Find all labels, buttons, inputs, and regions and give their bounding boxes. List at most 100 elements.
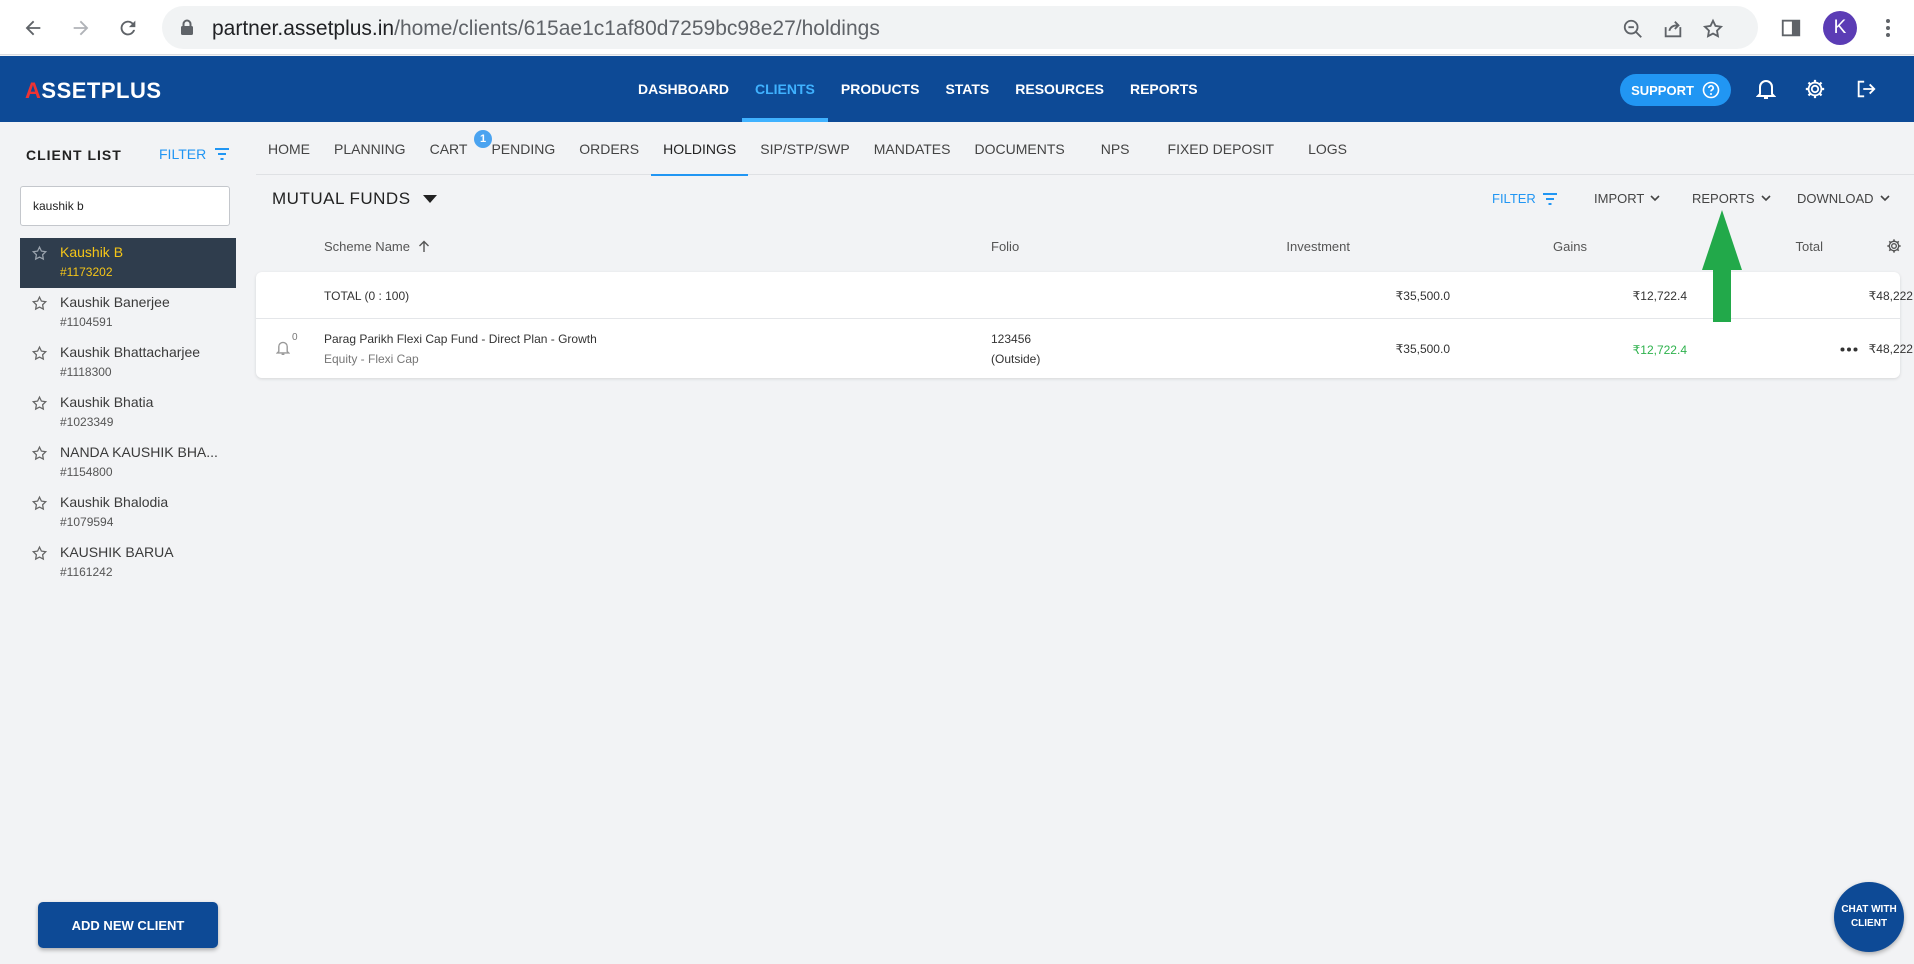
client-item[interactable]: Kaushik Banerjee #1104591 [20, 288, 236, 338]
zoom-icon[interactable] [1622, 18, 1644, 40]
tab-fixed-deposit[interactable]: FIXED DEPOSIT [1154, 122, 1289, 175]
tab-documents[interactable]: DOCUMENTS [962, 122, 1076, 175]
download-dropdown[interactable]: DOWNLOAD [1797, 191, 1890, 206]
support-button[interactable]: SUPPORT [1620, 74, 1731, 106]
chevron-down-icon [1879, 195, 1890, 202]
section-title: MUTUAL FUNDS [272, 189, 411, 208]
client-item[interactable]: NANDA KAUSHIK BHA... #1154800 [20, 438, 236, 488]
reports-dropdown[interactable]: REPORTS [1692, 191, 1771, 206]
tab-cart[interactable]: CART [418, 122, 480, 175]
client-name: Kaushik B [60, 244, 124, 260]
browser-menu-icon[interactable] [1873, 13, 1903, 43]
mutual-funds-dropdown[interactable]: MUTUAL FUNDS [272, 189, 437, 209]
total-value: ₹48,222.4 [1868, 289, 1914, 303]
star-icon[interactable] [31, 395, 48, 412]
browser-toolbar: partner.assetplus.in/home/clients/615ae1… [0, 0, 1914, 55]
column-gains[interactable]: Gains [1487, 239, 1587, 254]
nav-resources[interactable]: RESOURCES [1002, 56, 1117, 122]
tab-nps[interactable]: NPS [1077, 122, 1154, 175]
settings-gear-icon[interactable] [1804, 78, 1826, 100]
reports-label: REPORTS [1692, 191, 1755, 206]
column-investment[interactable]: Investment [1250, 239, 1350, 254]
total-gains: ₹12,722.4 [1632, 289, 1687, 303]
column-settings-icon[interactable] [1886, 238, 1902, 254]
sidepanel-icon[interactable] [1776, 13, 1806, 43]
import-dropdown[interactable]: IMPORT [1594, 191, 1660, 206]
sort-up-icon [418, 240, 430, 253]
client-item[interactable]: KAUSHIK BARUA #1161242 [20, 538, 236, 588]
tab-mandates[interactable]: MANDATES [862, 122, 963, 175]
filter-icon [1542, 192, 1558, 205]
client-list-title: CLIENT LIST [26, 147, 122, 163]
caret-down-icon [422, 195, 437, 203]
total-investment: ₹35,500.0 [1395, 289, 1450, 303]
client-item[interactable]: Kaushik Bhalodia #1079594 [20, 488, 236, 538]
nav-reports[interactable]: REPORTS [1117, 56, 1211, 122]
client-filter-button[interactable]: FILTER [159, 146, 230, 162]
forward-icon[interactable] [66, 13, 96, 43]
client-name: Kaushik Bhatia [60, 394, 154, 410]
tab-holdings[interactable]: HOLDINGS [651, 122, 749, 176]
logout-icon[interactable] [1855, 78, 1877, 100]
client-item[interactable]: Kaushik Bhatia #1023349 [20, 388, 236, 438]
row-investment: ₹35,500.0 [1395, 342, 1450, 356]
notification-bell-icon[interactable] [1756, 78, 1776, 100]
tab-sip-stp-swp[interactable]: SIP/STP/SWP [748, 122, 861, 175]
scheme-name[interactable]: Parag Parikh Flexi Cap Fund - Direct Pla… [324, 332, 597, 346]
row-divider [256, 318, 1900, 319]
url-text: partner.assetplus.in/home/clients/615ae1… [212, 17, 880, 40]
client-item[interactable]: Kaushik B #1173202 [20, 238, 236, 288]
back-icon[interactable] [18, 13, 48, 43]
star-icon[interactable] [31, 495, 48, 512]
folio-note: (Outside) [991, 352, 1041, 366]
chevron-down-icon [1761, 195, 1771, 202]
star-icon[interactable] [31, 295, 48, 312]
column-folio[interactable]: Folio [991, 239, 1019, 254]
chat-label-line1: CHAT WITH [1841, 904, 1897, 915]
client-name: Kaushik Bhattacharjee [60, 344, 201, 360]
alert-count: 0 [292, 332, 298, 343]
address-bar[interactable]: partner.assetplus.in/home/clients/615ae1… [162, 6, 1758, 49]
client-id: #1173202 [60, 265, 113, 279]
star-icon[interactable] [31, 245, 48, 262]
assetplus-logo[interactable]: ASSETPLUS [25, 78, 162, 104]
bookmark-star-icon[interactable] [1702, 18, 1724, 40]
client-item[interactable]: Kaushik Bhattacharjee #1118300 [20, 338, 236, 388]
app-header: ASSETPLUS DASHBOARD CLIENTS PRODUCTS STA… [0, 56, 1914, 122]
download-label: DOWNLOAD [1797, 191, 1874, 206]
client-id: #1161242 [60, 565, 113, 579]
share-icon[interactable] [1662, 18, 1684, 40]
nav-clients[interactable]: CLIENTS [742, 56, 828, 122]
client-id: #1104591 [60, 315, 113, 329]
column-scheme-name[interactable]: Scheme Name [324, 239, 430, 254]
tab-planning[interactable]: PLANNING [322, 122, 418, 175]
tab-logs[interactable]: LOGS [1288, 122, 1367, 175]
star-icon[interactable] [31, 345, 48, 362]
scheme-category: Equity - Flexi Cap [324, 352, 419, 366]
row-gains: ₹12,722.4 [1632, 343, 1687, 357]
nav-stats[interactable]: STATS [932, 56, 1002, 122]
lock-icon [180, 19, 194, 36]
holdings-filter-label: FILTER [1492, 191, 1536, 206]
client-list-sidebar: CLIENT LIST FILTER Kaushik B #1173202 Ka… [0, 122, 254, 964]
client-search-input[interactable] [20, 186, 230, 226]
reload-icon[interactable] [113, 13, 143, 43]
alert-bell-icon[interactable] [276, 340, 290, 356]
star-icon[interactable] [31, 445, 48, 462]
client-id: #1118300 [60, 365, 112, 379]
client-list: Kaushik B #1173202 Kaushik Banerjee #110… [20, 238, 236, 588]
tab-pending[interactable]: PENDING [479, 122, 567, 175]
chat-with-client-button[interactable]: CHAT WITH CLIENT [1834, 882, 1904, 952]
tab-home[interactable]: HOME [256, 122, 322, 175]
profile-avatar[interactable]: K [1823, 11, 1857, 45]
cart-count-badge: 1 [474, 130, 492, 148]
more-options-icon[interactable] [1840, 347, 1858, 352]
nav-dashboard[interactable]: DASHBOARD [625, 56, 742, 122]
holdings-filter-button[interactable]: FILTER [1492, 191, 1558, 206]
client-id: #1154800 [60, 465, 113, 479]
nav-products[interactable]: PRODUCTS [828, 56, 933, 122]
add-new-client-button[interactable]: ADD NEW CLIENT [38, 902, 218, 948]
folio-number: 123456 [991, 332, 1032, 346]
tab-orders[interactable]: ORDERS [567, 122, 651, 175]
star-icon[interactable] [31, 545, 48, 562]
